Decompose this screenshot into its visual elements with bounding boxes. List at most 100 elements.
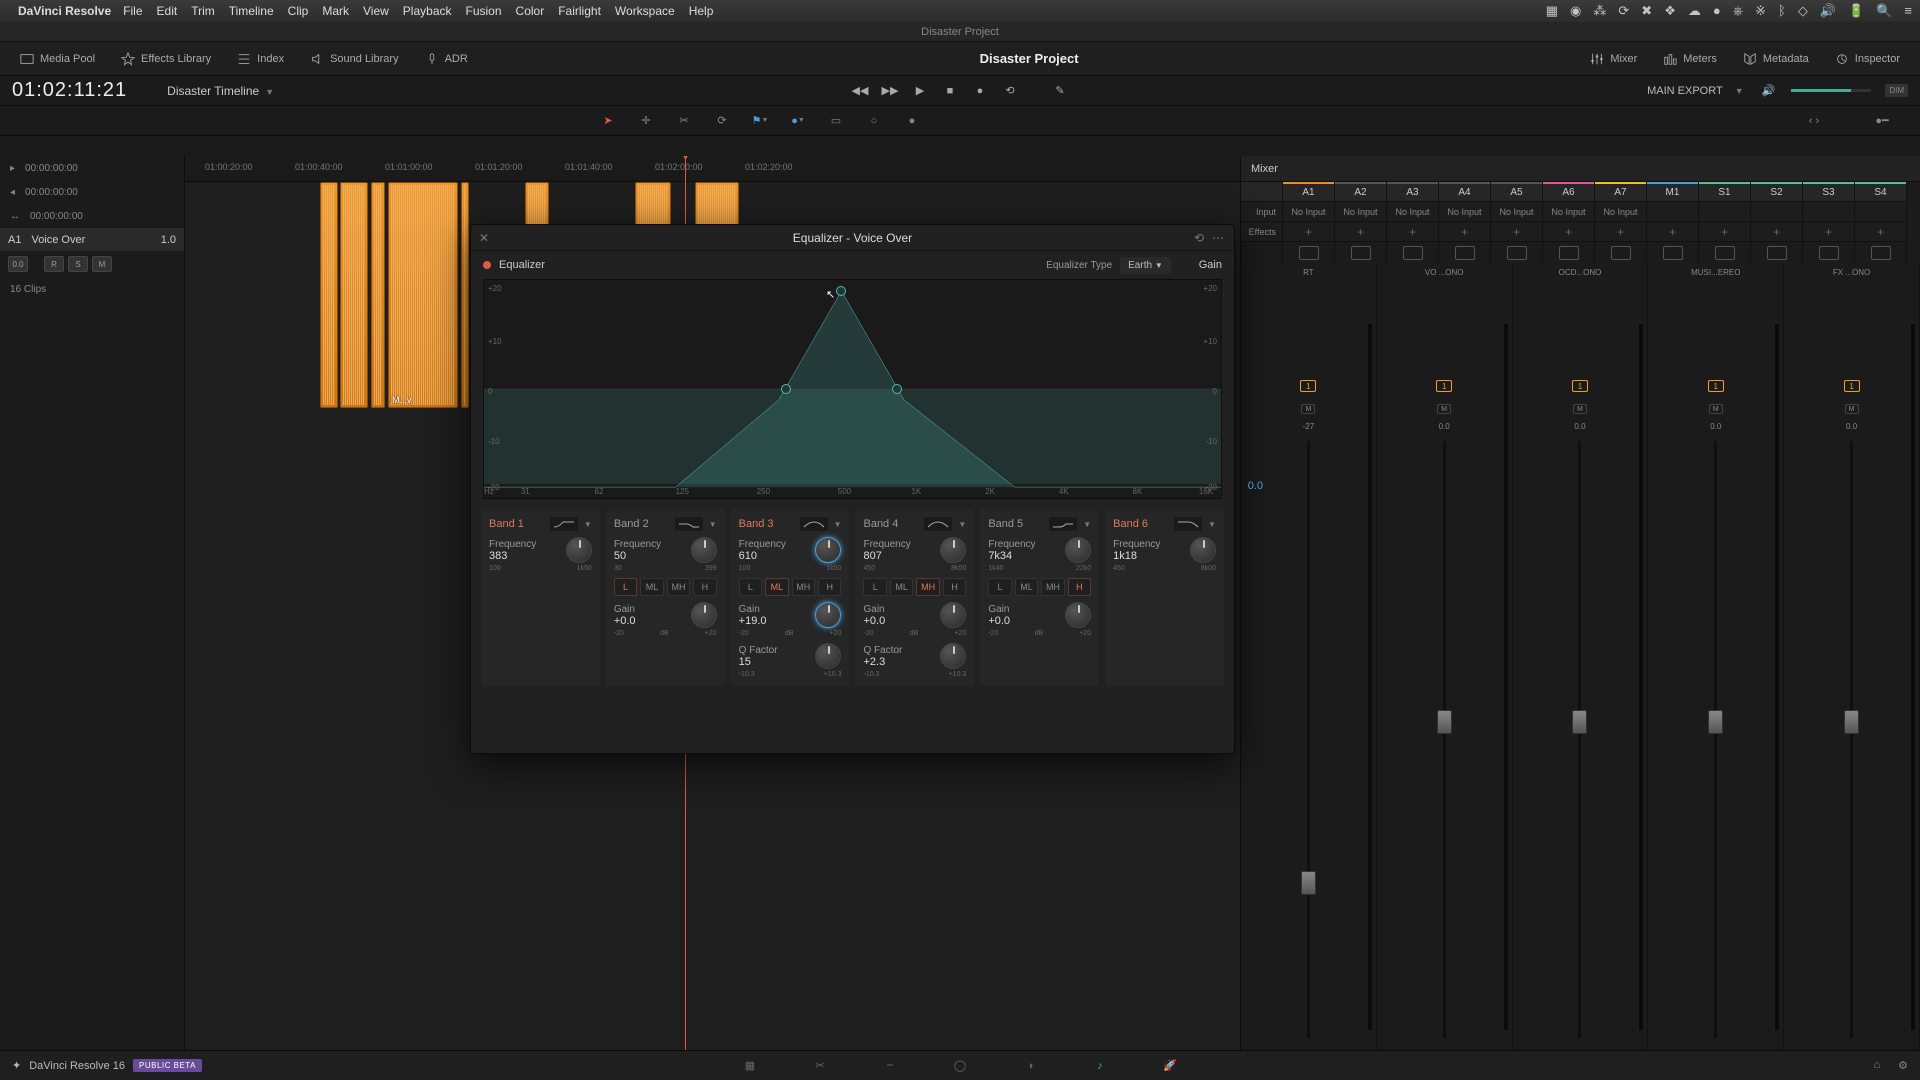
freq-knob[interactable] (1065, 537, 1091, 563)
audio-clip[interactable] (320, 182, 338, 408)
mixer-fader[interactable]: FX ...ONO1M0.0 (1784, 264, 1920, 1050)
gain-knob[interactable] (940, 602, 966, 628)
band-shape-selector[interactable] (1174, 517, 1202, 531)
status-icon[interactable]: ◉ (1570, 3, 1581, 19)
razor-tool-icon[interactable]: ✂ (676, 113, 692, 129)
mixer-add-effect[interactable]: + (1335, 222, 1386, 242)
fader-mute[interactable]: M (1709, 404, 1723, 414)
automation-button[interactable]: ✎ (1052, 83, 1068, 99)
fader-mute[interactable]: M (1573, 404, 1587, 414)
menu-timeline[interactable]: Timeline (229, 4, 274, 18)
volume-slider[interactable] (1791, 89, 1871, 92)
freq-knob[interactable] (566, 537, 592, 563)
menu-fusion[interactable]: Fusion (466, 4, 502, 18)
q-value[interactable]: 15 (739, 656, 810, 668)
mixer-insert-slot[interactable] (1491, 242, 1542, 264)
range-button[interactable]: H (693, 578, 716, 596)
mixer-fader[interactable]: VO ...ONO1M0.0 (1377, 264, 1513, 1050)
freq-value[interactable]: 7k34 (988, 550, 1059, 562)
in-timecode[interactable]: ▸00:00:00:00 (0, 156, 184, 180)
mixer-channel-header[interactable]: S3 (1803, 182, 1854, 202)
mixer-insert-slot[interactable] (1283, 242, 1334, 264)
range-button[interactable]: L (863, 578, 886, 596)
mixer-input-cell[interactable] (1699, 202, 1750, 222)
mixer-input-cell[interactable] (1855, 202, 1906, 222)
gain-knob[interactable] (815, 602, 841, 628)
fader-solo[interactable]: 1 (1572, 380, 1588, 392)
eq-gain-value[interactable]: 0.0 (1248, 480, 1263, 492)
menu-clip[interactable]: Clip (288, 4, 309, 18)
mixer-fader[interactable]: MUSI...EREO1M0.0 (1648, 264, 1784, 1050)
mixer-channel-header[interactable]: A3 (1387, 182, 1438, 202)
mixer-insert-slot[interactable] (1751, 242, 1802, 264)
range-button[interactable]: ML (1015, 578, 1038, 596)
gain-value[interactable]: +0.0 (863, 615, 934, 627)
timeline-selector[interactable]: Disaster Timeline▼ (167, 84, 274, 98)
menu-file[interactable]: File (123, 4, 142, 18)
fader-track[interactable] (1714, 441, 1717, 1038)
band-shape-selector[interactable] (924, 517, 952, 531)
battery-icon[interactable]: 🔋 (1848, 3, 1864, 19)
mixer-insert-slot[interactable] (1803, 242, 1854, 264)
marker2-tool-icon[interactable]: ●▼ (790, 113, 806, 129)
gain-value[interactable]: +0.0 (988, 615, 1059, 627)
mixer-insert-slot[interactable] (1543, 242, 1594, 264)
stop-button[interactable]: ■ (942, 83, 958, 99)
fader-mute[interactable]: M (1437, 404, 1451, 414)
rewind-button[interactable]: ◀◀ (852, 83, 868, 99)
fader-handle[interactable] (1708, 710, 1723, 734)
cut-page-icon[interactable]: ✂ (810, 1056, 830, 1076)
mixer-add-effect[interactable]: + (1491, 222, 1542, 242)
range-button[interactable]: ML (765, 578, 788, 596)
menu-fairlight[interactable]: Fairlight (558, 4, 601, 18)
dot-tool-icon[interactable]: ○ (866, 113, 882, 129)
mixer-input-cell[interactable]: No Input (1543, 202, 1594, 222)
marker-tool-icon[interactable]: ✛ (638, 113, 654, 129)
mixer-add-effect[interactable]: + (1751, 222, 1802, 242)
fader-handle[interactable] (1572, 710, 1587, 734)
mixer-fader[interactable]: RT1M-27 (1241, 264, 1377, 1050)
mixer-add-effect[interactable]: + (1803, 222, 1854, 242)
eq-graph[interactable]: +20+20+10+1000-10-10-20-20 Hz31621252505… (483, 279, 1222, 499)
mixer-input-cell[interactable]: No Input (1387, 202, 1438, 222)
range-button[interactable]: H (943, 578, 966, 596)
status-icon[interactable]: ✖ (1641, 3, 1652, 19)
fader-solo[interactable]: 1 (1708, 380, 1724, 392)
mixer-add-effect[interactable]: + (1595, 222, 1646, 242)
menu-trim[interactable]: Trim (191, 4, 215, 18)
eq-enable-toggle[interactable] (483, 261, 491, 269)
fastfwd-button[interactable]: ▶▶ (882, 83, 898, 99)
track-solo-button[interactable]: S (68, 256, 88, 272)
edit-page-icon[interactable]: ⎯ (880, 1056, 900, 1076)
mixer-channel-header[interactable]: A7 (1595, 182, 1646, 202)
options-icon[interactable]: ⋯ (1212, 231, 1226, 245)
band-shape-selector[interactable] (1049, 517, 1077, 531)
search-icon[interactable]: 🔍 (1876, 3, 1892, 19)
range-button[interactable]: MH (1041, 578, 1064, 596)
mixer-input-cell[interactable]: No Input (1439, 202, 1490, 222)
menu-color[interactable]: Color (516, 4, 545, 18)
range-button[interactable]: ML (640, 578, 663, 596)
speaker-icon[interactable]: 🔊 (1762, 84, 1776, 97)
track-header[interactable]: A1 Voice Over 1.0 (0, 228, 184, 252)
fader-mute[interactable]: M (1301, 404, 1315, 414)
freq-knob[interactable] (1190, 537, 1216, 563)
menu-help[interactable]: Help (689, 4, 714, 18)
status-icon[interactable]: ● (1713, 3, 1721, 19)
zoom-slider-icon[interactable]: ●━ (1874, 113, 1890, 129)
track-mute-button[interactable]: M (92, 256, 112, 272)
range-button[interactable]: L (614, 578, 637, 596)
mixer-channel-header[interactable]: S1 (1699, 182, 1750, 202)
pointer-tool-icon[interactable]: ➤ (600, 113, 616, 129)
mixer-add-effect[interactable]: + (1283, 222, 1334, 242)
fader-solo[interactable]: 1 (1300, 380, 1316, 392)
mixer-channel-header[interactable]: A1 (1283, 182, 1334, 202)
status-icon[interactable]: ☁ (1688, 3, 1701, 19)
band-name[interactable]: Band 2 (614, 518, 649, 530)
status-icon[interactable]: ❖ (1664, 3, 1676, 19)
mixer-add-effect[interactable]: + (1855, 222, 1906, 242)
fader-handle[interactable] (1844, 710, 1859, 734)
fader-handle[interactable] (1301, 871, 1316, 895)
sound-library-button[interactable]: Sound Library (300, 48, 409, 70)
mixer-button[interactable]: Mixer (1580, 48, 1647, 70)
